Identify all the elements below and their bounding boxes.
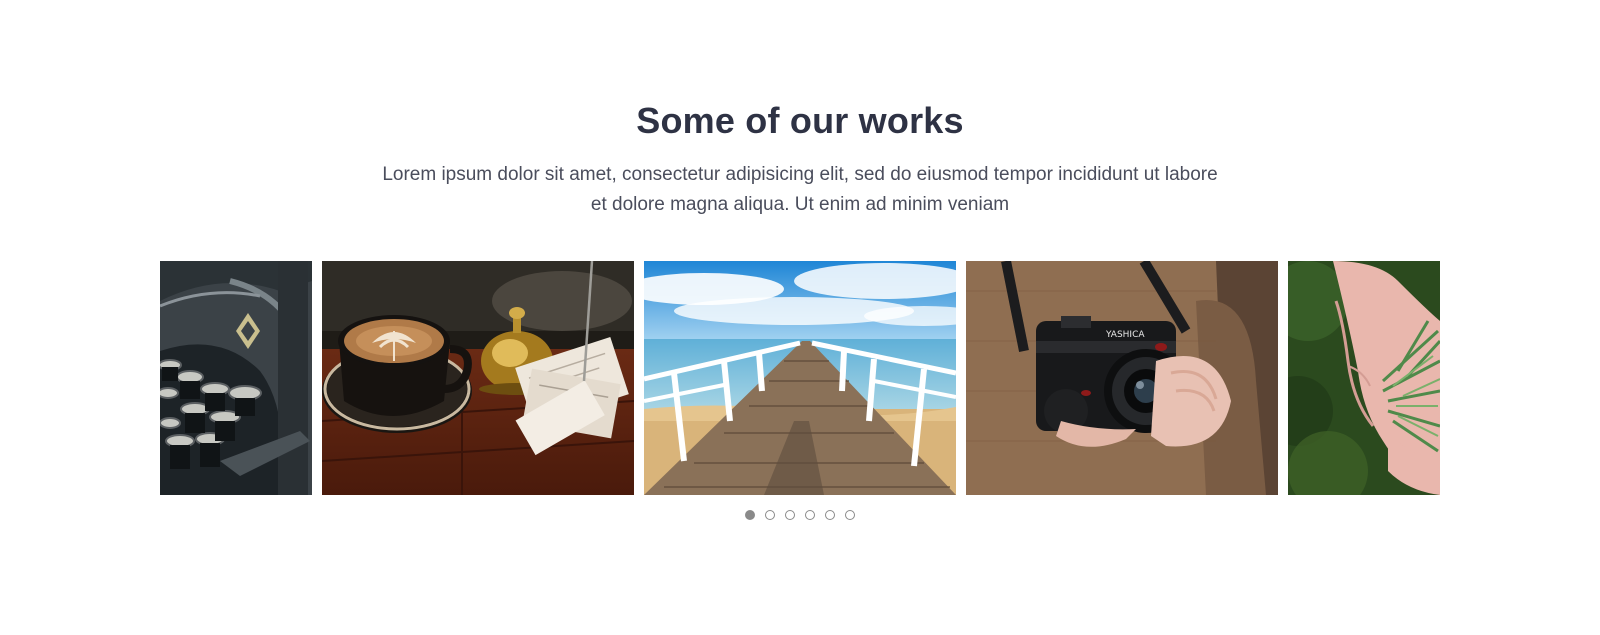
slide-camera[interactable]: YASHICA: [966, 261, 1278, 495]
slide-pier[interactable]: [644, 261, 956, 495]
works-section: Some of our works Lorem ipsum dolor sit …: [0, 0, 1600, 635]
camera-image: YASHICA: [966, 261, 1278, 495]
carousel-dot-5[interactable]: [825, 510, 835, 520]
camera-brand-label: YASHICA: [1105, 330, 1145, 340]
carousel-dot-3[interactable]: [785, 510, 795, 520]
carousel-dot-2[interactable]: [765, 510, 775, 520]
pier-image: [644, 261, 956, 495]
works-carousel[interactable]: YASHICA: [160, 261, 1440, 495]
coffee-image: [322, 261, 634, 495]
carousel-pagination: [0, 510, 1600, 522]
carousel-dot-1[interactable]: [745, 510, 755, 520]
carousel-dot-6[interactable]: [845, 510, 855, 520]
section-description: Lorem ipsum dolor sit amet, consectetur …: [382, 164, 1218, 215]
carousel-dot-4[interactable]: [805, 510, 815, 520]
pine-image: [1288, 261, 1440, 495]
slide-typewriter[interactable]: [160, 261, 312, 495]
slide-coffee[interactable]: [322, 261, 634, 495]
typewriter-image: [160, 261, 312, 495]
section-title: Some of our works: [636, 100, 964, 141]
slide-pine[interactable]: [1288, 261, 1440, 495]
